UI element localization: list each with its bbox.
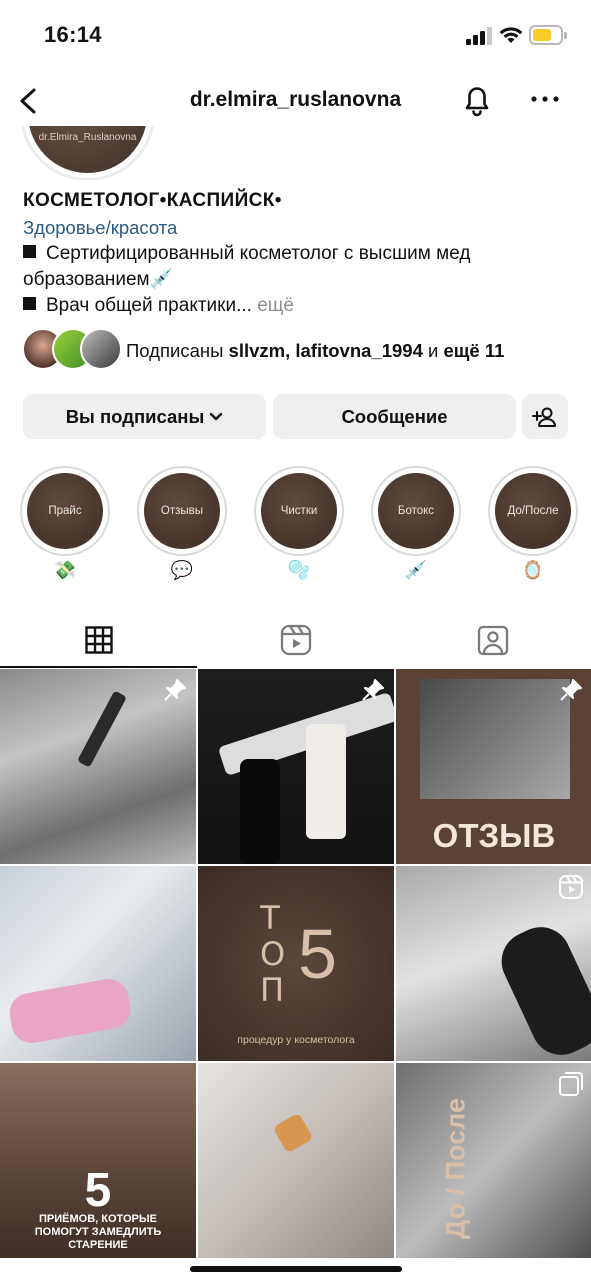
- post-caption: ПРИЁМОВ, КОТОРЫЕ ПОМОГУТ ЗАМЕДЛИТЬ СТАРЕ…: [34, 1213, 162, 1251]
- bio-line-3: Врач общей практики... ещё: [23, 293, 294, 319]
- pin-icon: [362, 679, 384, 701]
- highlight-cleansing[interactable]: Чистки 🫧: [254, 466, 344, 586]
- chevron-down-icon: [210, 412, 223, 420]
- pin-icon: [560, 679, 582, 701]
- post-thumbnail[interactable]: До / После: [396, 1063, 591, 1258]
- posts-grid: ОТЗЫВ ТОП 5 процедур у косметолога 5 ПРИ…: [0, 669, 591, 1280]
- highlight-emoji: 💸: [53, 560, 77, 580]
- post-thumbnail[interactable]: [198, 669, 394, 864]
- highlight-emoji: 💉: [404, 560, 428, 580]
- post-thumbnail[interactable]: ОТЗЫВ: [396, 669, 591, 864]
- follower-avatar: [80, 328, 122, 370]
- battery-icon: [529, 25, 567, 45]
- profile-tabs: [0, 612, 591, 668]
- tab-tagged[interactable]: [394, 612, 591, 668]
- post-decor-letters: ТОП: [260, 899, 286, 1009]
- post-big-number: 5: [84, 1164, 112, 1217]
- highlight-emoji: 🪞: [521, 560, 545, 580]
- active-tab-indicator: [0, 666, 197, 668]
- post-thumbnail[interactable]: 5 ПРИЁМОВ, КОТОРЫЕ ПОМОГУТ ЗАМЕДЛИТЬ СТА…: [0, 1063, 196, 1258]
- carousel-icon: [559, 1072, 583, 1096]
- post-thumbnail[interactable]: [396, 866, 591, 1061]
- highlight-reviews[interactable]: Отзывы 💬: [137, 466, 227, 586]
- followed-by-text: Подписаны sllvzm, lafitovna_1994 и ещё 1…: [126, 340, 505, 361]
- profile-name: КОСМЕТОЛОГ•КАСПИЙСК•: [23, 190, 282, 211]
- suggest-user-button[interactable]: [522, 394, 568, 439]
- bio-more-link[interactable]: ещё: [257, 295, 294, 316]
- following-button[interactable]: Вы подписаны: [23, 394, 266, 439]
- signal-icon: [466, 27, 492, 45]
- bio-line-1: Сертифицированный косметолог с высшим ме…: [23, 241, 470, 267]
- post-thumbnail[interactable]: ТОП 5 процедур у косметолога: [198, 866, 394, 1061]
- post-thumbnail[interactable]: [0, 669, 196, 864]
- post-big-number: 5: [298, 915, 337, 993]
- profile-header: dr.elmira_ruslanovna: [0, 76, 591, 126]
- tagged-person-icon: [477, 625, 508, 656]
- message-button[interactable]: Сообщение: [273, 394, 516, 439]
- highlight-before-after[interactable]: До/После 🪞: [488, 466, 578, 586]
- status-bar: 16:14: [0, 0, 591, 70]
- username-title: dr.elmira_ruslanovna: [189, 88, 402, 111]
- followed-by-row[interactable]: Подписаны sllvzm, lafitovna_1994 и ещё 1…: [22, 328, 572, 372]
- grid-icon: [84, 626, 113, 654]
- bio-line-2: образованием💉: [23, 269, 174, 290]
- highlight-price[interactable]: Прайс 💸: [20, 466, 110, 586]
- wifi-icon: [499, 27, 523, 43]
- highlight-emoji: 💬: [170, 560, 194, 580]
- highlight-botox[interactable]: Ботокс 💉: [371, 466, 461, 586]
- home-indicator: [190, 1266, 402, 1272]
- post-caption: До / После: [440, 1098, 471, 1239]
- add-person-icon: [532, 407, 556, 427]
- tab-reels[interactable]: [197, 612, 394, 668]
- profile-avatar[interactable]: dr.Elmira_Ruslanovna: [20, 126, 155, 180]
- reels-icon: [280, 624, 311, 656]
- more-options-icon[interactable]: [530, 94, 560, 104]
- post-thumbnail[interactable]: [0, 866, 196, 1061]
- status-time: 16:14: [44, 22, 102, 47]
- reel-icon: [559, 875, 583, 899]
- highlight-emoji: 🫧: [287, 560, 311, 580]
- avatar-text: dr.Elmira_Ruslanovna: [38, 132, 137, 143]
- pin-icon: [164, 679, 186, 701]
- post-thumbnail[interactable]: [198, 1063, 394, 1258]
- post-caption: процедур у косметолога: [237, 1034, 355, 1046]
- profile-category[interactable]: Здоровье/красота: [23, 217, 177, 239]
- tab-posts-grid[interactable]: [0, 612, 197, 668]
- bell-icon[interactable]: [460, 82, 494, 118]
- post-caption: ОТЗЫВ: [432, 817, 556, 854]
